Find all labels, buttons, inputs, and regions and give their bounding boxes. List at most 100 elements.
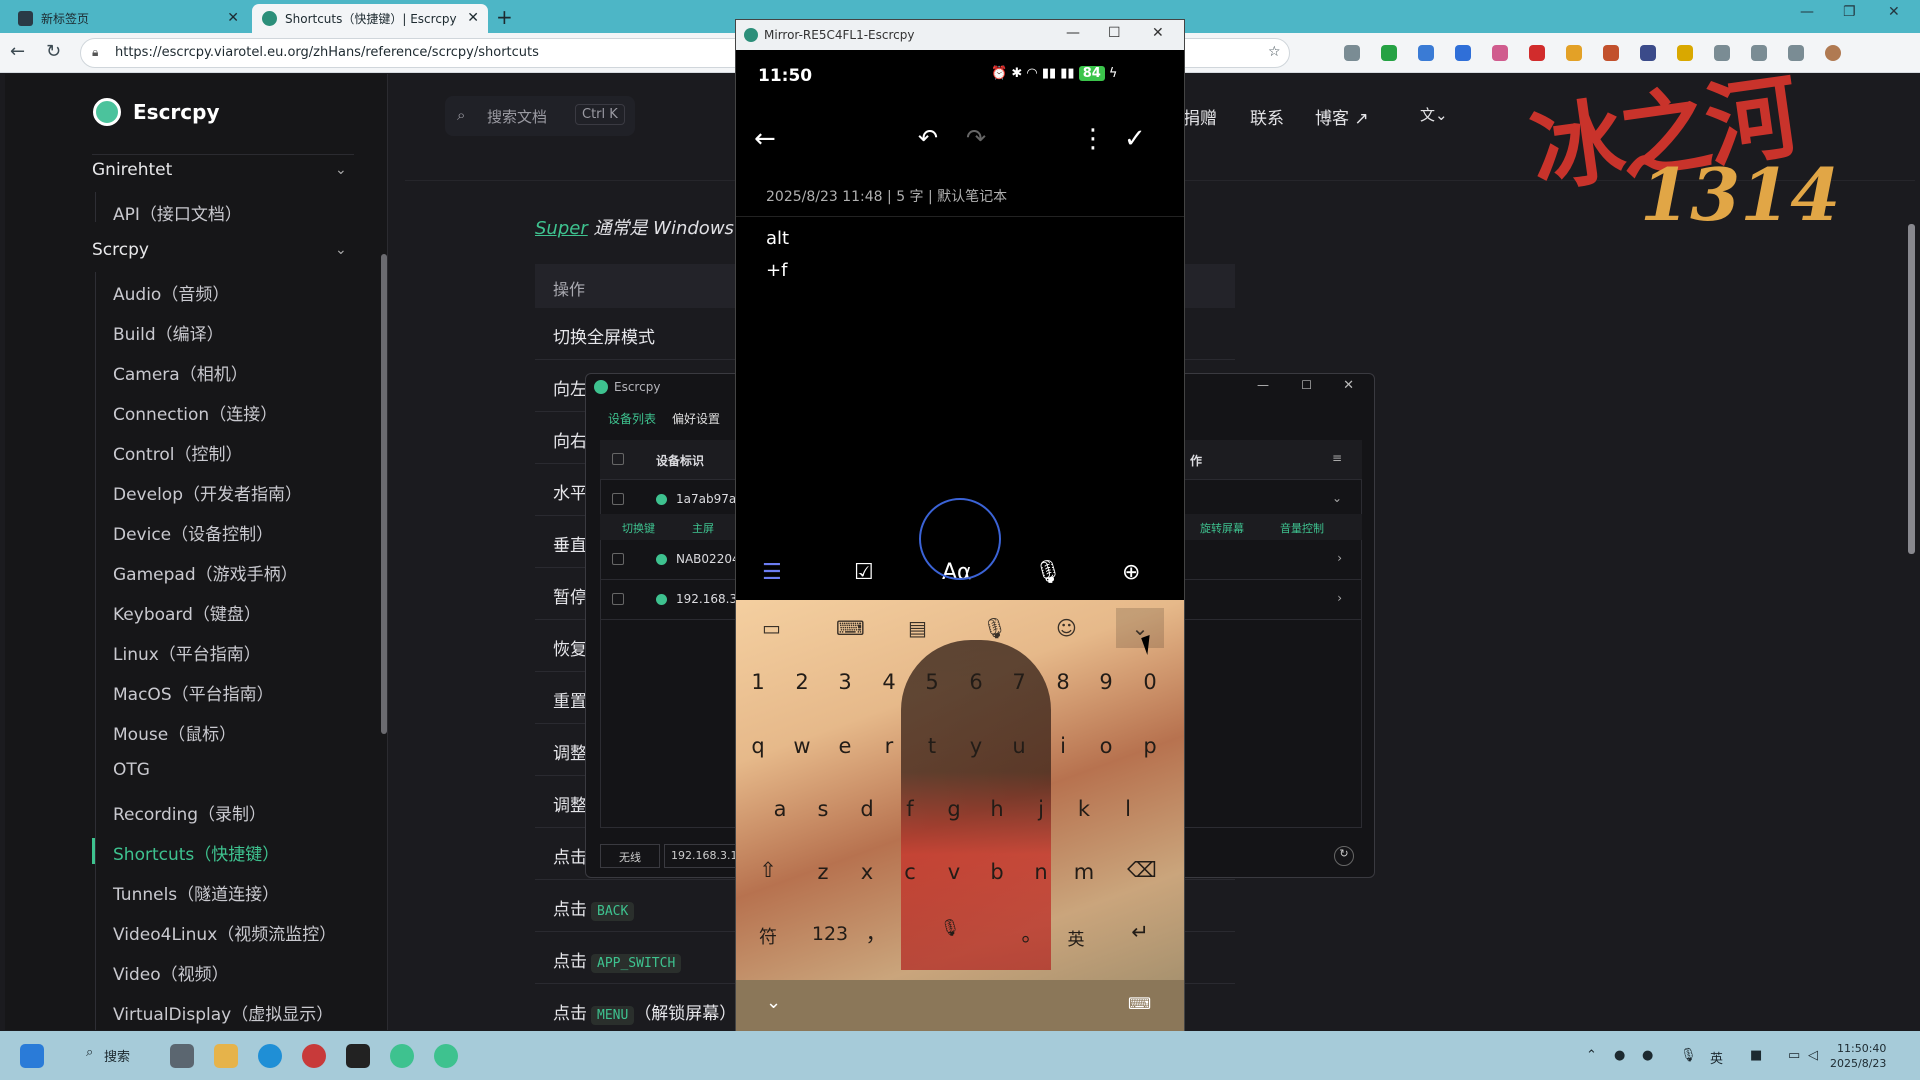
extension-icon[interactable]: [1344, 45, 1360, 61]
taskbar-clock[interactable]: 11:50:40 2025/8/23: [1830, 1041, 1886, 1071]
key[interactable]: 3: [825, 670, 865, 694]
action-home[interactable]: 主屏: [692, 520, 714, 536]
sidebar-section-gnirehtet[interactable]: Gnirehtet: [92, 160, 172, 180]
escrcpy-icon[interactable]: [390, 1044, 414, 1068]
key[interactable]: s: [803, 797, 843, 821]
sidebar-item-device[interactable]: Device（设备控制）: [113, 520, 273, 545]
close-tab-icon[interactable]: ✕: [467, 10, 479, 26]
action-switch-key[interactable]: 切换键: [622, 520, 655, 536]
sidebar-item-control[interactable]: Control（控制）: [113, 440, 242, 465]
list-format-icon[interactable]: ☰: [762, 560, 782, 585]
chevron-right-icon[interactable]: ›: [1337, 551, 1342, 565]
add-icon[interactable]: ⊕: [1122, 560, 1140, 585]
symbols-key[interactable]: 符: [748, 923, 788, 949]
key[interactable]: k: [1064, 797, 1104, 821]
column-device-id[interactable]: 设备标识: [656, 452, 704, 469]
key[interactable]: h: [977, 797, 1017, 821]
microphone-icon[interactable]: 🎙︎: [1034, 560, 1062, 585]
star-icon[interactable]: ☆: [1268, 44, 1281, 60]
sidebar-item-gamepad[interactable]: Gamepad（游戏手柄）: [113, 560, 298, 585]
key[interactable]: 0: [1130, 670, 1170, 694]
undo-icon[interactable]: ↶: [918, 124, 938, 152]
maximize-icon[interactable]: ☐: [1108, 25, 1121, 41]
file-explorer-icon[interactable]: [214, 1044, 238, 1068]
qq-icon[interactable]: [346, 1044, 370, 1068]
extension-icon[interactable]: [1529, 45, 1545, 61]
sidebar-item-recording[interactable]: Recording（录制）: [113, 800, 266, 825]
key[interactable]: b: [977, 860, 1017, 884]
tab-device-list[interactable]: 设备列表: [608, 410, 656, 427]
sidebar-item-build[interactable]: Build（编译）: [113, 320, 224, 345]
extension-icon[interactable]: [1455, 45, 1471, 61]
favorites-icon[interactable]: [1751, 45, 1767, 61]
sidebar-item-virtualdisplay[interactable]: VirtualDisplay（虚拟显示）: [113, 1000, 333, 1025]
key[interactable]: l: [1108, 797, 1148, 821]
redo-icon[interactable]: ↷: [966, 124, 986, 152]
tab-new-tab[interactable]: 新标签页 ✕: [8, 4, 248, 33]
ip-input[interactable]: 192.168.3.1: [664, 844, 744, 868]
key[interactable]: a: [760, 797, 800, 821]
numbers-key[interactable]: 123: [802, 923, 858, 945]
microphone-icon[interactable]: 🎙︎: [1680, 1048, 1697, 1063]
key[interactable]: 9: [1086, 670, 1126, 694]
sidebar-item-mouse[interactable]: Mouse（鼠标）: [113, 720, 236, 745]
sidebar-item-api[interactable]: API（接口文档）: [113, 200, 242, 225]
extension-icon[interactable]: [1677, 45, 1693, 61]
keyboard-switch-icon[interactable]: ⌨: [1128, 994, 1151, 1013]
sidebar-item-linux[interactable]: Linux（平台指南）: [113, 640, 261, 665]
taskbar-search[interactable]: 搜索: [104, 1046, 130, 1065]
tab-preferences[interactable]: 偏好设置: [672, 410, 720, 427]
enter-icon[interactable]: ↵: [1120, 920, 1160, 944]
minimize-icon[interactable]: —: [1066, 25, 1080, 41]
key[interactable]: g: [934, 797, 974, 821]
key[interactable]: 7: [999, 670, 1039, 694]
chevron-down-icon[interactable]: ⌄: [335, 162, 347, 178]
sidebar-item-tunnels[interactable]: Tunnels（隧道连接）: [113, 880, 279, 905]
tab-shortcuts[interactable]: Shortcuts（快捷键）| Escrcpy ✕: [252, 4, 488, 33]
collapse-keyboard-icon[interactable]: ⌄: [1116, 608, 1164, 648]
new-tab-plus-icon[interactable]: +: [496, 5, 513, 29]
sidebar-item-video[interactable]: Video（视频）: [113, 960, 229, 985]
tray-icon[interactable]: ●: [1642, 1048, 1653, 1063]
key[interactable]: d: [847, 797, 887, 821]
key[interactable]: v: [934, 860, 974, 884]
key[interactable]: 8: [1043, 670, 1083, 694]
checkmark-icon[interactable]: ✓: [1124, 124, 1146, 154]
key[interactable]: n: [1021, 860, 1061, 884]
app-icon[interactable]: [302, 1044, 326, 1068]
key[interactable]: c: [890, 860, 930, 884]
key[interactable]: r: [869, 734, 909, 758]
row-checkbox[interactable]: [612, 593, 624, 605]
nav-blog-link[interactable]: 博客 ↗: [1315, 104, 1369, 129]
qq-tray-icon[interactable]: ●: [1614, 1048, 1625, 1063]
extension-icon[interactable]: [1381, 45, 1397, 61]
edge-icon[interactable]: [258, 1044, 282, 1068]
key[interactable]: q: [738, 734, 778, 758]
sidebar-section-scrcpy[interactable]: Scrcpy: [92, 240, 149, 260]
notes-icon[interactable]: ▤: [908, 616, 927, 640]
key[interactable]: x: [847, 860, 887, 884]
sidebar-item-connection[interactable]: Connection（连接）: [113, 400, 277, 425]
language-key[interactable]: 英: [1056, 925, 1096, 950]
page-scrollbar[interactable]: [1908, 224, 1915, 554]
note-line[interactable]: +f: [766, 260, 787, 281]
refresh-icon[interactable]: ↻: [1334, 846, 1354, 866]
extensions-icon[interactable]: [1714, 45, 1730, 61]
close-tab-icon[interactable]: ✕: [227, 10, 239, 26]
sidebar-item-shortcuts[interactable]: Shortcuts（快捷键）: [113, 840, 279, 865]
chevron-right-icon[interactable]: ›: [1337, 591, 1342, 605]
sidebar-item-otg[interactable]: OTG: [113, 760, 150, 780]
comma-key[interactable]: ，: [856, 918, 896, 948]
escrcpy-icon[interactable]: [434, 1044, 458, 1068]
extension-icon[interactable]: [1418, 45, 1434, 61]
translate-icon[interactable]: 文⌄: [1420, 104, 1448, 125]
emoji-icon[interactable]: ☺: [1056, 616, 1077, 640]
extension-icon[interactable]: [1603, 45, 1619, 61]
action-rotate-screen[interactable]: 旋转屏幕: [1200, 520, 1244, 536]
key[interactable]: o: [1086, 734, 1126, 758]
columns-settings-icon[interactable]: ≡: [1332, 451, 1342, 465]
key[interactable]: w: [782, 734, 822, 758]
super-key-link[interactable]: Super: [535, 218, 588, 239]
sidebar-item-macos[interactable]: MacOS（平台指南）: [113, 680, 274, 705]
key[interactable]: e: [825, 734, 865, 758]
